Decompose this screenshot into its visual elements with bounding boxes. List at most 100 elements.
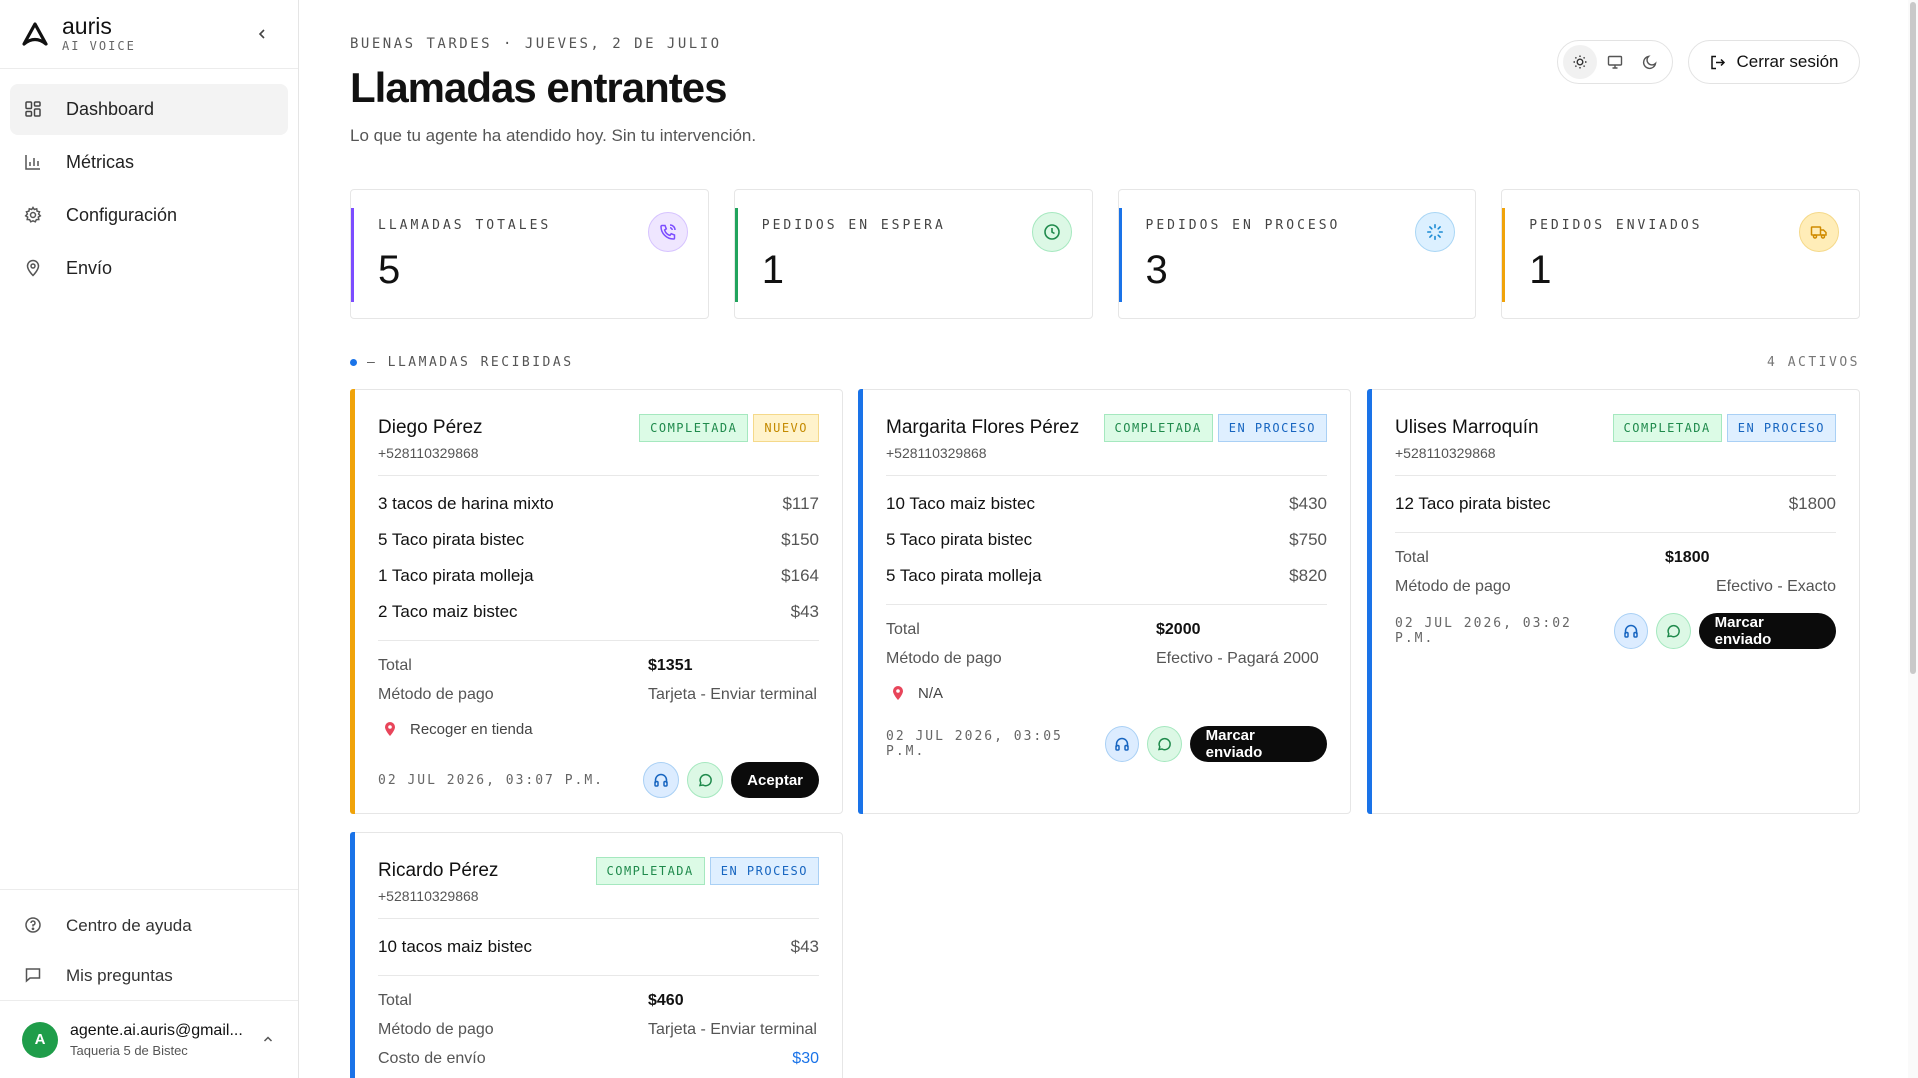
total-label: Total: [378, 656, 412, 674]
sidebar-item-questions[interactable]: Mis preguntas: [10, 952, 288, 1000]
message-square-icon: [24, 966, 44, 986]
shipping-value: $30: [792, 1049, 819, 1067]
mark-shipped-button[interactable]: Marcar enviado: [1189, 726, 1327, 762]
sidebar-item-help[interactable]: Centro de ayuda: [10, 902, 288, 950]
brand-name: auris: [62, 13, 112, 39]
listen-call-button[interactable]: [1613, 613, 1649, 649]
sidebar-item-label: Centro de ayuda: [66, 916, 192, 935]
order-card: Diego Pérez +528110329868 COMPLETADA NUE…: [350, 389, 843, 814]
timestamp: 02 JUL 2026, 03:02 P.M.: [1395, 616, 1572, 646]
payment-row: Método de pago Efectivo - Pagará 2000: [886, 644, 1327, 673]
stat-value: 1: [1529, 248, 1552, 292]
payment-label: Método de pago: [378, 685, 494, 703]
scrollbar-thumb[interactable]: [1910, 2, 1916, 674]
shipping-row: Costo de envío $30: [378, 1044, 819, 1073]
total-row: Total $460: [378, 986, 819, 1015]
log-out-icon: [1711, 55, 1726, 69]
avatar: A: [22, 1021, 58, 1058]
loader-icon: [1415, 212, 1456, 252]
item-desc: 5 Taco pirata molleja: [886, 566, 1042, 585]
payment-label: Método de pago: [886, 649, 1002, 667]
status-badge: NUEVO: [753, 414, 819, 442]
address-text: Recoger en tienda: [410, 720, 533, 738]
page-title: Llamadas entrantes: [350, 64, 727, 111]
theme-dark-button[interactable]: [1633, 45, 1667, 79]
page-subtitle: Lo que tu agente ha atendido hoy. Sin tu…: [350, 126, 757, 145]
truck-icon: [1799, 212, 1839, 252]
logout-button[interactable]: Cerrar sesión: [1688, 40, 1860, 84]
payment-value: Efectivo - Pagará 2000: [1156, 649, 1319, 667]
map-pin-icon: [24, 259, 44, 279]
accept-button[interactable]: Aceptar: [731, 762, 819, 798]
mark-shipped-button[interactable]: Marcar enviado: [1698, 613, 1836, 649]
customer-name: Ulises Marroquín: [1395, 417, 1539, 438]
theme-light-button[interactable]: [1562, 45, 1597, 79]
status-badge: EN PROCESO: [1217, 414, 1327, 442]
item-desc: 2 Taco maiz bistec: [378, 602, 518, 621]
order-item: 1 Taco pirata molleja $164: [378, 558, 819, 594]
customer-name: Ricardo Pérez: [378, 860, 499, 881]
item-desc: 10 tacos maiz bistec: [378, 937, 533, 956]
order-item: 5 Taco pirata bistec $150: [378, 522, 819, 558]
customer-phone: +528110329868: [378, 888, 479, 904]
chat-button[interactable]: [1656, 613, 1691, 649]
sidebar-item-envio[interactable]: Envío: [10, 243, 288, 294]
stat-value: 1: [761, 248, 784, 292]
chat-button[interactable]: [1147, 726, 1182, 762]
order-card: Ricardo Pérez +528110329868 COMPLETADA E…: [350, 832, 843, 1078]
headphones-icon: [654, 773, 668, 787]
user-email: agente.ai.auris@gmail...: [70, 1021, 243, 1039]
headphones-icon: [1115, 737, 1129, 751]
status-badge: EN PROCESO: [709, 857, 819, 885]
stat-value: 5: [378, 248, 401, 292]
sidebar-item-label: Métricas: [66, 152, 135, 172]
payment-value: Efectivo - Exacto: [1715, 577, 1836, 595]
gear-icon: [24, 205, 44, 226]
item-desc: 12 Taco pirata bistec: [1395, 494, 1551, 513]
payment-row: Método de pago Tarjeta - Enviar terminal: [378, 1015, 819, 1044]
shipping-label: Costo de envío: [378, 1049, 486, 1067]
card-accent: [858, 389, 863, 814]
message-circle-icon: [1158, 737, 1172, 751]
stat-accent: [1118, 208, 1122, 302]
user-menu[interactable]: A agente.ai.auris@gmail... Taqueria 5 de…: [0, 1000, 298, 1078]
scrollbar[interactable]: [1908, 0, 1918, 1078]
chevron-up-icon: [263, 1036, 273, 1042]
stat-card-in-process: PEDIDOS EN PROCESO 3: [1117, 189, 1477, 319]
status-badge: COMPLETADA: [595, 857, 705, 885]
order-item: 2 Taco maiz bistec $43: [378, 594, 819, 630]
greeting: BUENAS TARDES · JUEVES, 2 DE JULIO: [350, 36, 722, 52]
payment-value: Tarjeta - Enviar terminal: [648, 685, 817, 703]
sidebar-item-metricas[interactable]: Métricas: [10, 137, 288, 188]
divider: [1395, 532, 1836, 533]
customer-phone: +528110329868: [886, 445, 987, 461]
sidebar-item-configuracion[interactable]: Configuración: [10, 190, 288, 241]
payment-row: Método de pago Efectivo - Exacto: [1395, 572, 1836, 601]
divider: [378, 918, 819, 919]
stat-accent: [1502, 208, 1506, 302]
listen-call-button[interactable]: [1104, 726, 1140, 762]
pin-icon: [384, 721, 396, 737]
sidebar-item-dashboard[interactable]: Dashboard: [10, 84, 288, 135]
order-item: 3 tacos de harina mixto $117: [378, 486, 819, 522]
total-row: Total $1351: [378, 651, 819, 680]
theme-system-button[interactable]: [1598, 45, 1632, 79]
customer-phone: +528110329868: [378, 445, 479, 461]
status-badge: COMPLETADA: [1612, 414, 1722, 442]
stat-card-pending: PEDIDOS EN ESPERA 1: [733, 189, 1093, 319]
chat-button[interactable]: [687, 762, 724, 798]
order-item: 10 tacos maiz bistec $43: [378, 929, 819, 965]
collapse-sidebar-button[interactable]: [252, 24, 272, 44]
total-value: $1351: [648, 656, 693, 674]
sidebar-item-label: Configuración: [66, 205, 178, 225]
listen-call-button[interactable]: [643, 762, 680, 798]
timestamp: 02 JUL 2026, 03:07 P.M.: [378, 772, 605, 788]
total-value: $460: [648, 991, 684, 1009]
clock-icon: [1031, 212, 1072, 252]
stat-label: PEDIDOS EN PROCESO: [1145, 218, 1341, 233]
delivery-address: Recoger en tienda: [378, 712, 819, 746]
sidebar-item-label: Envío: [66, 258, 113, 278]
address-text: N/A: [918, 684, 944, 702]
stat-label: LLAMADAS TOTALES: [378, 218, 552, 233]
total-label: Total: [886, 620, 920, 638]
